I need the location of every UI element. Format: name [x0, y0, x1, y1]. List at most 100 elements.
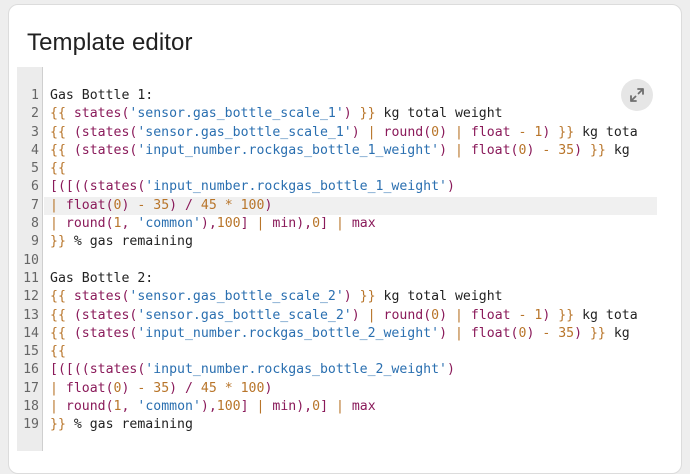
code-token: (states(: [73, 124, 138, 140]
code-line[interactable]: | float(0) - 35) / 45 * 100): [44, 196, 657, 216]
code-token: ): [526, 325, 543, 341]
card-title: Template editor: [27, 29, 193, 56]
code-token: 0: [312, 399, 321, 415]
code-token: ): [264, 380, 273, 396]
code-line[interactable]: {{ (states('sensor.gas_bottle_scale_1') …: [50, 124, 657, 142]
code-token: |: [335, 216, 344, 232]
code-token: float: [462, 307, 519, 323]
code-line[interactable]: Gas Bottle 1:: [50, 87, 657, 105]
code-line[interactable]: }} % gas remaining: [50, 233, 657, 251]
code-line[interactable]: | round(1, 'common'),100] | min),0] | ma…: [50, 398, 657, 416]
code-line[interactable]: {{: [50, 160, 657, 178]
code-token: {{: [50, 142, 74, 158]
code-line[interactable]: | round(1, 'common'),100] | min),0] | ma…: [50, 215, 657, 233]
code-token: - 1: [518, 307, 543, 323]
code-token: |: [367, 307, 376, 323]
code-token: kg total weight: [375, 289, 503, 305]
code-token: kg: [605, 142, 630, 158]
line-number: 15: [23, 344, 39, 360]
code-token: |: [50, 380, 58, 396]
code-token: ]: [320, 216, 336, 232]
code-token: ): [121, 197, 138, 213]
code-token: 'common': [137, 399, 201, 415]
code-token: ): [343, 289, 352, 305]
line-number: 6: [31, 179, 39, 195]
code-token: float: [462, 124, 519, 140]
line-number: 19: [23, 417, 39, 433]
code-token: max: [343, 216, 376, 232]
code-token: 'input_number.rockgas_bottle_2_weight': [145, 362, 447, 378]
code-token: min),: [264, 216, 313, 232]
code-line[interactable]: {{ (states('input_number.rockgas_bottle_…: [50, 142, 657, 160]
code-line[interactable]: [([((states('input_number.rockgas_bottle…: [50, 178, 657, 196]
code-token: {{: [50, 161, 66, 177]
code-token: kg: [605, 325, 630, 341]
expand-diagonal-icon: [630, 88, 644, 102]
code-token: - 1: [518, 124, 543, 140]
code-token: |: [367, 124, 376, 140]
code-token: 0: [312, 216, 321, 232]
line-number: 2: [31, 106, 39, 122]
line-number: 18: [23, 399, 39, 415]
code-token: - 35: [137, 197, 170, 213]
code-token: ) /: [169, 197, 201, 213]
code-line[interactable]: | float(0) - 35) / 45 * 100): [50, 380, 657, 398]
code-token: round(: [57, 216, 114, 232]
code-token: (states(: [73, 307, 138, 323]
code-token: ): [343, 106, 352, 122]
code-token: 'input_number.rockgas_bottle_1_weight': [137, 142, 440, 158]
code-token: - 35: [542, 142, 575, 158]
line-number: 1: [31, 88, 39, 103]
code-token: 'sensor.gas_bottle_scale_1': [137, 124, 352, 140]
code-line[interactable]: ​: [50, 252, 657, 270]
code-token: |: [455, 124, 463, 140]
code-token: ): [439, 124, 455, 140]
code-line[interactable]: {{: [50, 343, 657, 361]
code-token: }}: [550, 124, 575, 140]
code-token: |: [50, 399, 58, 415]
code-token: ): [574, 325, 583, 341]
code-token: (states(: [73, 325, 138, 341]
code-token: ,: [121, 399, 138, 415]
code-token: round(: [375, 124, 432, 140]
code-token: max: [343, 399, 376, 415]
code-token: [([((states(: [50, 179, 146, 195]
code-line[interactable]: {{ (states('sensor.gas_bottle_scale_2') …: [50, 307, 657, 325]
code-token: }}: [582, 142, 606, 158]
code-token: ): [574, 142, 583, 158]
code-token: float(: [462, 142, 519, 158]
line-number: 4: [31, 142, 39, 158]
code-token: }}: [582, 325, 606, 341]
code-token: 0: [431, 124, 440, 140]
code-line[interactable]: {{ states('sensor.gas_bottle_scale_1') }…: [50, 105, 657, 123]
line-number: 17: [23, 380, 39, 396]
code-line[interactable]: }} % gas remaining: [50, 416, 657, 434]
code-content[interactable]: Gas Bottle 1:{{ states('sensor.gas_bottl…: [44, 87, 657, 435]
code-token: |: [454, 325, 463, 341]
line-numbers: 1 2 3 4 5 6 7 8 9 10 11 12 13 14 15 16 17 18 19: [17, 87, 39, 435]
code-line[interactable]: Gas Bottle 2:: [50, 270, 657, 288]
code-token: ),: [200, 216, 217, 232]
code-token: }}: [550, 307, 575, 323]
code-token: % gas remaining: [65, 417, 193, 433]
code-token: |: [335, 399, 344, 415]
code-line[interactable]: {{ states('sensor.gas_bottle_scale_2') }…: [50, 288, 657, 306]
line-number: 14: [23, 325, 39, 341]
code-token: ) /: [169, 380, 201, 396]
code-line[interactable]: [([((states('input_number.rockgas_bottle…: [50, 361, 657, 379]
code-line[interactable]: {{ (states('input_number.rockgas_bottle_…: [50, 325, 657, 343]
code-token: float(: [57, 197, 114, 213]
code-token: ]: [240, 399, 257, 415]
code-token: kg tota: [574, 307, 638, 323]
line-number: 7: [31, 197, 39, 213]
expand-editor-button[interactable]: [621, 79, 653, 111]
code-editor[interactable]: 1 2 3 4 5 6 7 8 9 10 11 12 13 14 15 16 17 18 19 Gas Bottle…: [17, 67, 657, 451]
code-token: {{: [50, 124, 74, 140]
code-token: float(: [462, 325, 519, 341]
code-token: kg tota: [574, 124, 638, 140]
code-token: round(: [375, 307, 432, 323]
code-token: ]: [320, 399, 336, 415]
code-token: 'sensor.gas_bottle_scale_2': [137, 307, 352, 323]
line-number-gutter: 1 2 3 4 5 6 7 8 9 10 11 12 13 14 15 16 17 18 19: [17, 67, 43, 451]
code-token: kg total weight: [375, 106, 503, 122]
